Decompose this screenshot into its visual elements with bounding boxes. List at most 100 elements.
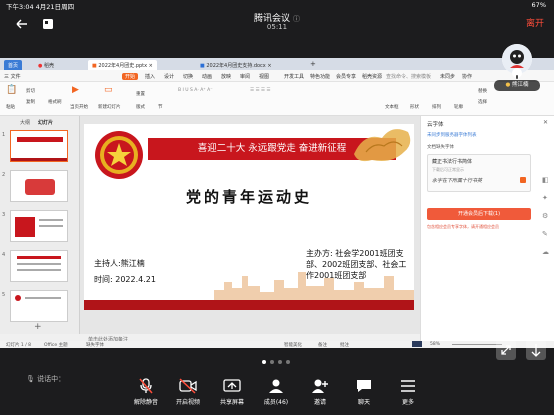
speaking-indicator: 🎙 说话中： [26,374,65,384]
panel-close-icon[interactable]: ✕ [543,119,548,126]
zoom-level[interactable]: 58% [430,342,440,347]
wps-tab-bar: 首页 ● 稻壳 ■ 2022年4月团史.pptx × ■ 2022年4月团史支持… [0,58,554,70]
menu-slideshow[interactable]: 放映 [221,73,231,80]
page-dot[interactable] [278,360,282,364]
info-icon[interactable]: ⓘ [293,15,300,23]
current-slide[interactable]: 喜迎二十大 永远跟党走 奋进新征程 党的青年运动史 主持人:熊江楠 时间: 20… [84,124,414,310]
thumb-number: 1 [2,132,6,138]
video-off-icon [179,378,197,394]
backup-icon[interactable]: ☁ [542,248,549,256]
start-from-current-button[interactable]: 当页开始 [70,104,88,110]
avatar-name-tag: ● 熊江楠 [494,80,540,91]
design-icon[interactable]: ✎ [542,230,548,238]
collab-button[interactable]: 协作 [462,73,472,80]
textbox-button[interactable]: 文本框 [385,104,399,110]
menu-view[interactable]: 视图 [259,73,269,80]
shape-button[interactable]: 形状 [410,104,419,110]
presenter-avatar[interactable]: ● 熊江楠 [494,44,540,96]
menu-features[interactable]: 特色功能 [310,73,330,80]
format-painter-button[interactable]: 格式刷 [48,99,62,105]
notes-toggle[interactable]: 备注 [318,342,327,348]
tab-docer[interactable]: ● 稻壳 [34,60,58,70]
new-tab-icon[interactable]: + [306,60,320,70]
presenter-label: 主持人:熊江楠 [94,259,145,268]
tab-slides[interactable]: 幻灯片 [38,119,53,126]
new-slide-button[interactable]: 新建幻灯片 [98,104,121,110]
property-icon[interactable]: ⚙ [542,212,548,220]
annotate-icon[interactable] [526,340,546,360]
fullscreen-icon[interactable] [496,340,516,360]
font-badge-icon [520,177,526,183]
slide-thumbnail[interactable] [10,250,68,282]
slide-thumbnail[interactable] [10,130,68,162]
add-slide-icon[interactable]: + [34,322,42,332]
arrange-button[interactable]: 排列 [432,104,441,110]
slide-thumbnail[interactable] [10,170,68,202]
menu-file[interactable]: 三 文件 [4,73,21,80]
cut-button[interactable]: 剪切 [26,88,35,94]
slide-thumbnail[interactable] [10,210,68,242]
animation-icon[interactable]: ✦ [542,194,548,202]
slide-thumbnail-panel: 大纲 幻灯片 1 2 3 4 5 + [0,116,80,334]
menu-start[interactable]: 开始 [122,73,139,80]
menu-docer-resources[interactable]: 稻壳资源 [362,73,382,80]
slide-title: 党的青年运动史 [185,188,312,206]
invite-button[interactable]: 邀请 [300,378,340,406]
tab-pptx[interactable]: ■ 2022年4月团史.pptx × [88,60,157,70]
start-video-button[interactable]: 开启视频 [168,378,208,406]
download-fonts-button[interactable]: 开通会员后下载(1) [427,208,531,220]
wps-status-bar: 幻灯片 1 / 8 Office 主题 缺失字体 智能美化 备注 批注 58% [0,341,554,348]
missing-font-status[interactable]: 缺失字体 [86,342,104,348]
chat-button[interactable]: 聊天 [344,378,384,406]
tab-outline[interactable]: 大纲 [20,119,30,126]
slide-counter: 幻灯片 1 / 8 [6,343,32,348]
new-slide-icon[interactable]: ▭ [104,85,113,95]
play-slideshow-icon[interactable] [412,341,422,347]
speaker-mic-icon: 🎙 [26,375,35,383]
font-controls[interactable]: B I U S A· A⁺ A⁻ [178,88,213,93]
page-dot[interactable] [270,360,274,364]
menu-insert[interactable]: 插入 [145,73,155,80]
chat-icon [357,380,371,392]
menu-developer[interactable]: 开发工具 [284,73,304,80]
reset-button[interactable]: 重置 [136,91,145,97]
font-card[interactable]: 藏正书法行书简体 下载后可正常显示 永字在下所属十行书英 [427,154,531,192]
menu-member[interactable]: 会员专享 [336,73,356,80]
thumb-number: 3 [2,212,6,218]
tab-docx[interactable]: ■ 2022年4月团史支持.docx × [196,60,276,70]
copy-button[interactable]: 复制 [26,99,35,105]
outline-button[interactable]: 轮廓 [454,104,463,110]
comments-toggle[interactable]: 批注 [340,342,349,348]
paste-button[interactable]: 粘贴 [6,104,15,110]
paragraph-controls[interactable]: ☰ ☰ ☰ ☰ [250,88,270,93]
smart-beautify-button[interactable]: 智能美化 [284,342,302,348]
section-button[interactable]: 节 [158,104,163,110]
more-button[interactable]: 更多 [388,378,428,406]
leave-button[interactable]: 离开 [526,16,544,29]
unsynced-fonts-link[interactable]: 未同步到服务器字体列表 [427,132,477,138]
tab-home[interactable]: 首页 [4,60,23,70]
command-search[interactable]: 查找命令、搜索模板 [386,73,431,80]
sync-status[interactable]: 未同步 [440,73,455,80]
status-time-date: 下午3:04 4月21日周四 [6,3,75,11]
select-button[interactable]: 选择 [478,99,487,105]
status-bar: 下午3:04 4月21日周四 67% [0,0,554,11]
menu-review[interactable]: 审阅 [240,73,250,80]
share-screen-button[interactable]: 共享屏幕 [212,378,252,406]
paste-icon[interactable]: 📋 [6,85,17,95]
members-button[interactable]: 成员(46) [256,378,296,406]
menu-animation[interactable]: 动画 [202,73,212,80]
format-icon[interactable]: ◧ [542,176,549,184]
unmute-button[interactable]: 解除静音 [126,378,166,406]
zoom-slider[interactable] [452,344,502,345]
play-icon[interactable]: ▶ [72,85,79,95]
slide-thumbnail[interactable] [10,290,68,322]
replace-button[interactable]: 替换 [478,88,487,94]
member-notice: 包含相应会员专享字体，请开通相应会员 [427,224,499,229]
page-dot-active[interactable] [262,360,266,364]
layout-button[interactable]: 版式 [136,104,145,110]
menu-transition[interactable]: 切换 [183,73,193,80]
menu-design[interactable]: 设计 [164,73,174,80]
meeting-duration: 05:11 [266,23,288,31]
page-dot[interactable] [286,360,290,364]
